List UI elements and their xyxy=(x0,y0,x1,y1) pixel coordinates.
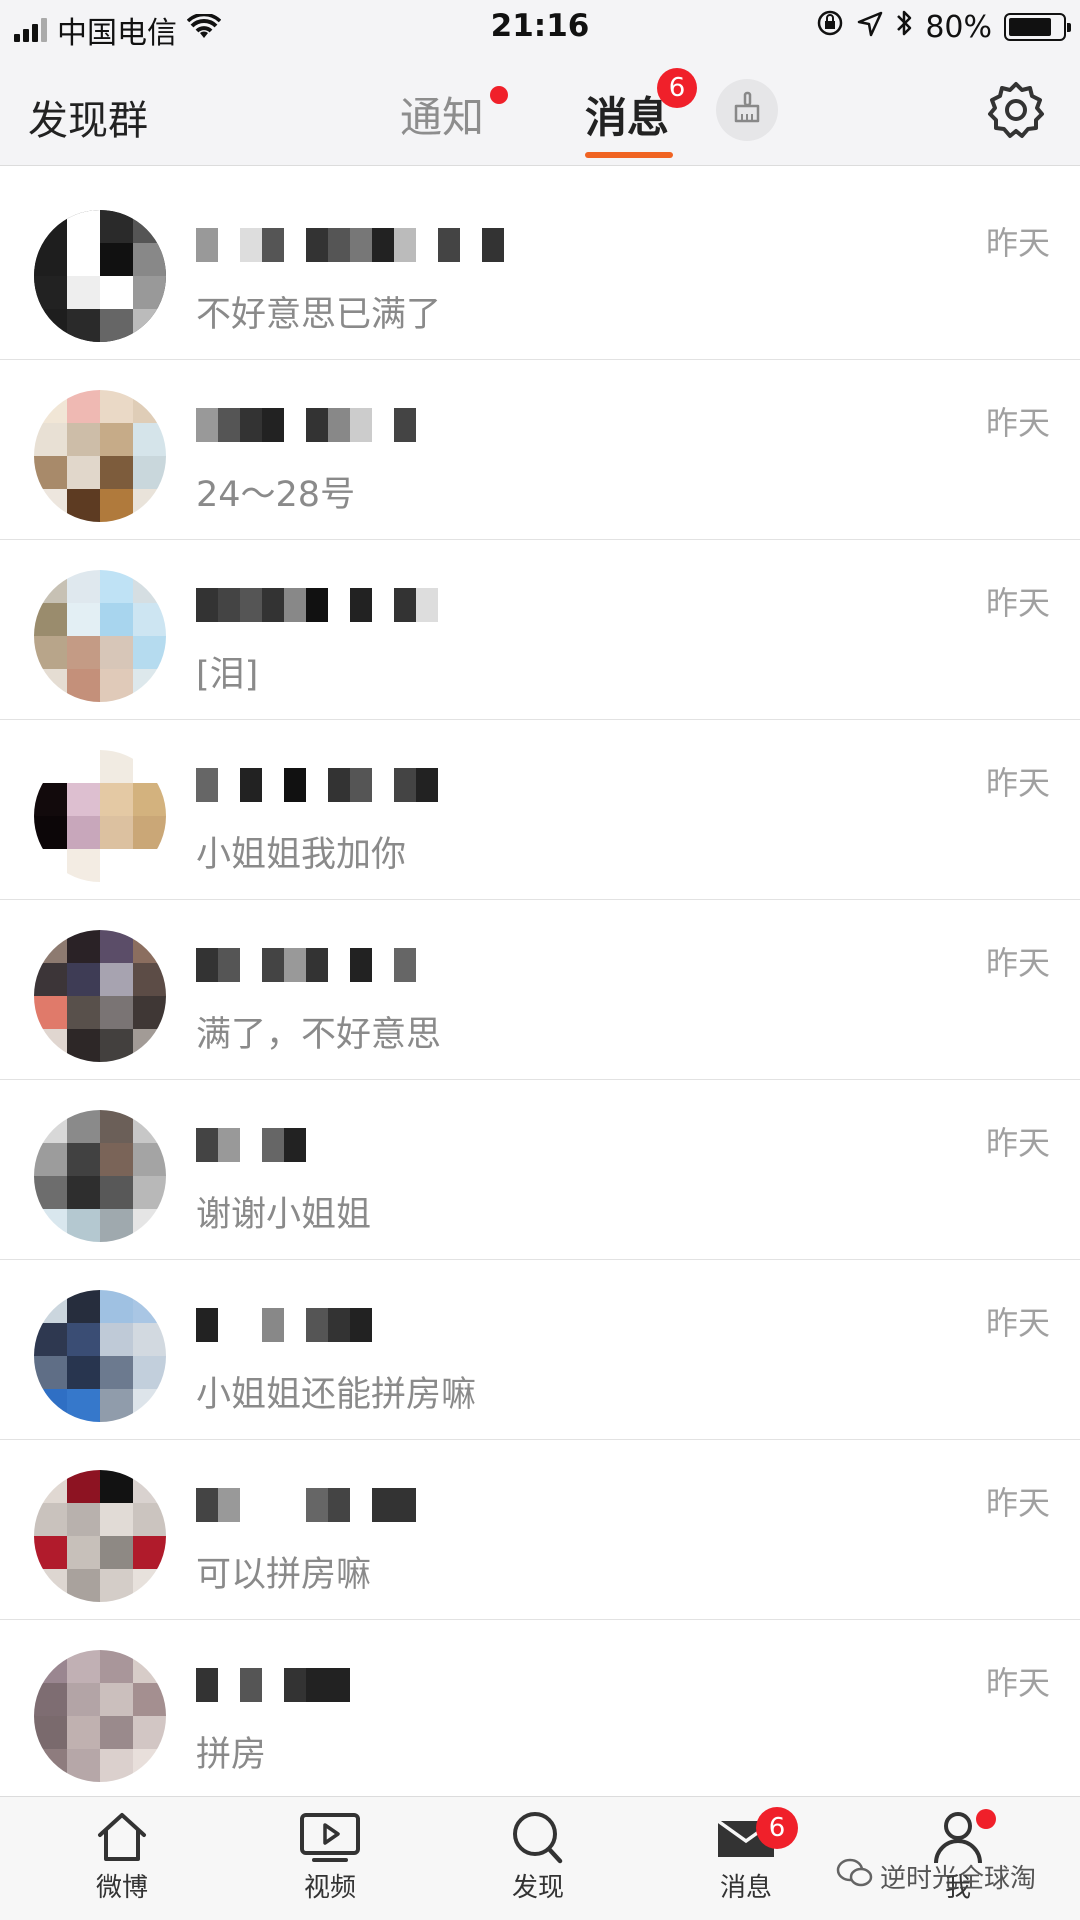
message-preview: 小姐姐还能拼房嘛 xyxy=(196,1375,477,1415)
tab-weibo[interactable]: 微博 xyxy=(62,1809,182,1904)
status-bar: 中国电信 21:16 80% xyxy=(0,0,1080,54)
tab-discover[interactable]: 发现 xyxy=(478,1809,598,1904)
avatar xyxy=(34,1650,166,1782)
message-time: 昨天 xyxy=(985,764,1050,802)
message-time: 昨天 xyxy=(985,584,1050,622)
contact-name-redacted xyxy=(196,768,438,802)
contact-name-redacted xyxy=(196,948,416,982)
conversation-row[interactable]: 可以拼房嘛 昨天 xyxy=(0,1440,1080,1620)
top-nav: 发现群 通知 消息 6 xyxy=(0,54,1080,166)
clean-button[interactable] xyxy=(716,79,778,141)
conversation-row[interactable]: 小姐姐我加你 昨天 xyxy=(0,720,1080,900)
tab-video[interactable]: 视频 xyxy=(270,1809,390,1904)
broom-icon xyxy=(729,90,765,130)
avatar xyxy=(34,570,166,702)
message-preview: 拼房 xyxy=(196,1735,267,1775)
message-time: 昨天 xyxy=(985,1664,1050,1702)
tab-messages[interactable]: 消息 6 xyxy=(585,68,698,145)
bottom-tab-bar: 微博 视频 发现 6 消息 我 逆时光全球淘 xyxy=(0,1796,1080,1920)
notification-dot xyxy=(490,86,509,104)
status-right: 80% xyxy=(815,8,1071,46)
message-preview: 小姐姐我加你 xyxy=(196,835,407,875)
message-preview: 不好意思已满了 xyxy=(196,295,442,335)
avatar xyxy=(34,390,166,522)
conversation-row[interactable]: 小姐姐还能拼房嘛 昨天 xyxy=(0,1260,1080,1440)
gear-icon xyxy=(986,82,1046,144)
message-preview: 24～28号 xyxy=(196,475,356,515)
conversation-row[interactable]: 谢谢小姐姐 昨天 xyxy=(0,1080,1080,1260)
avatar xyxy=(34,750,166,882)
avatar xyxy=(34,1470,166,1602)
location-icon xyxy=(857,10,883,45)
watermark: 逆时光全球淘 xyxy=(836,1857,1036,1896)
discover-group-button[interactable]: 发现群 xyxy=(28,88,148,146)
message-time: 昨天 xyxy=(985,224,1050,262)
tab-messages-bottom[interactable]: 6 消息 xyxy=(686,1807,806,1904)
avatar xyxy=(34,930,166,1062)
avatar xyxy=(34,1110,166,1242)
conversation-row[interactable]: 拼房 昨天 xyxy=(0,1620,1080,1800)
home-icon xyxy=(62,1809,182,1865)
tab-discover-label: 发现 xyxy=(511,1873,564,1903)
message-time: 昨天 xyxy=(985,1304,1050,1342)
conversation-row[interactable]: 24～28号 昨天 xyxy=(0,360,1080,540)
battery-percent: 80% xyxy=(925,9,992,45)
tab-messages-bottom-label: 消息 xyxy=(719,1873,772,1903)
avatar xyxy=(34,210,166,342)
avatar xyxy=(34,1290,166,1422)
tab-notifications[interactable]: 通知 xyxy=(400,84,509,145)
messages-tab-badge: 6 xyxy=(756,1807,798,1849)
contact-name-redacted xyxy=(196,1668,350,1702)
message-preview: 满了，不好意思 xyxy=(196,1015,442,1055)
conversation-row[interactable]: 不好意思已满了 昨天 xyxy=(0,180,1080,360)
conversation-row[interactable]: 满了，不好意思 昨天 xyxy=(0,900,1080,1080)
battery-icon xyxy=(1004,13,1071,41)
settings-button[interactable] xyxy=(986,80,1046,140)
tab-messages-label: 消息 xyxy=(585,93,670,142)
contact-name-redacted xyxy=(196,1128,306,1162)
contact-name-redacted xyxy=(196,1308,372,1342)
message-preview: 谢谢小姐姐 xyxy=(196,1195,372,1235)
message-time: 昨天 xyxy=(985,404,1050,442)
message-preview: 可以拼房嘛 xyxy=(196,1555,372,1595)
tab-video-label: 视频 xyxy=(303,1873,356,1903)
conversation-row[interactable]: [泪] 昨天 xyxy=(0,540,1080,720)
wechat-icon xyxy=(836,1857,874,1896)
rotation-lock-icon xyxy=(815,8,845,46)
contact-name-redacted xyxy=(196,408,416,442)
message-preview: [泪] xyxy=(196,655,259,695)
bluetooth-icon xyxy=(895,8,913,46)
contact-name-redacted xyxy=(196,1488,416,1522)
profile-notification-dot xyxy=(976,1809,996,1829)
video-icon xyxy=(270,1809,390,1865)
watermark-text: 逆时光全球淘 xyxy=(880,1864,1037,1894)
tab-weibo-label: 微博 xyxy=(95,1873,148,1903)
message-list: 不好意思已满了 昨天 24～28号 昨天 [泪] 昨天 小姐姐我加你 昨天 满了… xyxy=(0,180,1080,1800)
messages-badge: 6 xyxy=(657,68,698,108)
contact-name-redacted xyxy=(196,228,504,262)
message-time: 昨天 xyxy=(985,1124,1050,1162)
tab-notifications-label: 通知 xyxy=(400,93,485,142)
contact-name-redacted xyxy=(196,588,438,622)
search-icon xyxy=(478,1809,598,1865)
message-time: 昨天 xyxy=(985,944,1050,982)
active-tab-indicator xyxy=(585,152,673,158)
message-time: 昨天 xyxy=(985,1484,1050,1522)
